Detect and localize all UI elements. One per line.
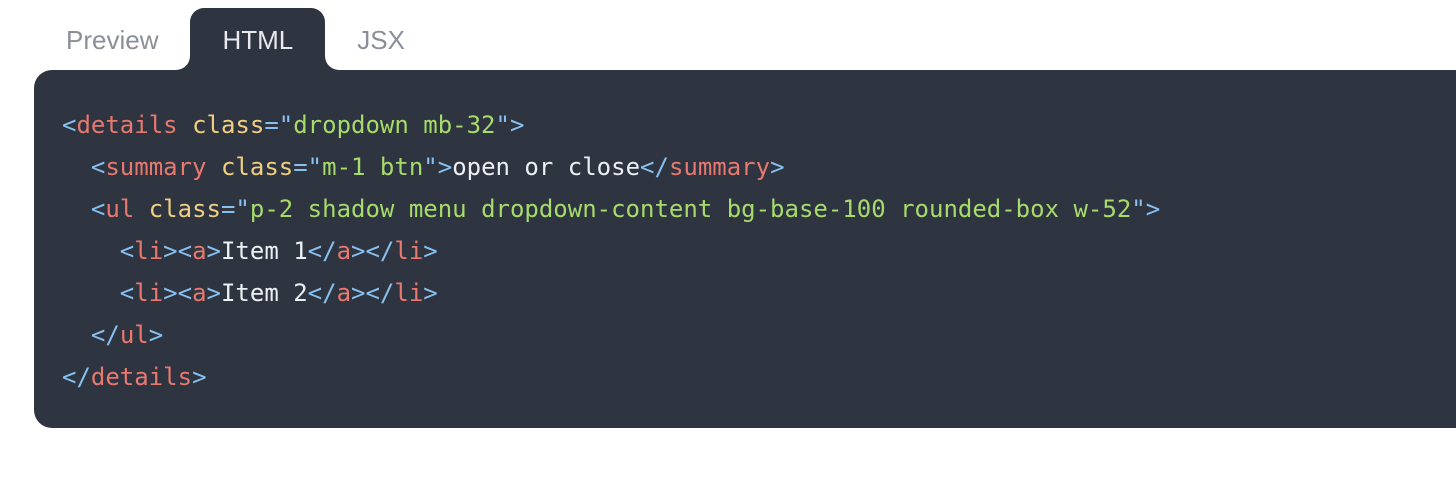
code-attribute: class [148,195,221,223]
code-punctuation: "> [495,111,525,139]
code-punctuation: =" [264,111,294,139]
code-block[interactable]: <details class="dropdown mb-32"> <summar… [62,104,1160,398]
code-punctuation: </ [640,153,669,181]
code-tag-name: a [192,237,207,265]
code-tag-name: li [394,237,424,265]
code-tag-name: summary [105,153,207,181]
code-tag-name: li [394,279,424,307]
code-line: </details> [62,356,1160,398]
code-punctuation: < [119,279,135,307]
code-punctuation: > [770,153,785,181]
code-punctuation: </ [365,237,395,265]
code-attribute: class [220,153,294,181]
code-tag-name: a [336,237,352,265]
code-punctuation: < [119,237,135,265]
code-punctuation: < [177,279,193,307]
code-tag-name: ul [119,321,149,349]
code-punctuation: =" [293,153,323,181]
code-punctuation: > [192,363,207,391]
code-punctuation: < [62,111,77,139]
code-punctuation: =" [220,195,250,223]
code-string: dropdown mb-32 [293,111,496,139]
code-punctuation: </ [365,279,395,307]
code-punctuation: "> [1131,195,1161,223]
code-line: <li><a>Item 1</a></li> [62,230,1160,272]
code-tag-name: li [134,279,164,307]
code-punctuation: < [90,153,106,181]
code-punctuation: </ [62,363,91,391]
code-tag-name: li [134,237,164,265]
code-tag-name: ul [105,195,135,223]
code-punctuation: > [163,279,178,307]
code-line: <summary class="m-1 btn">open or close</… [62,146,1160,188]
code-text: open or close [452,153,641,181]
code-line: <details class="dropdown mb-32"> [62,104,1160,146]
code-punctuation: < [90,195,106,223]
code-punctuation: > [206,279,221,307]
tab-html[interactable]: HTML [190,8,326,70]
code-tag-name: summary [668,153,771,181]
code-punctuation: </ [90,321,120,349]
code-punctuation: > [423,279,438,307]
tab-preview[interactable]: Preview [34,8,190,70]
tab-bar: Preview HTML JSX [34,8,437,70]
code-tag-name: a [192,279,207,307]
code-panel: <details class="dropdown mb-32"> <summar… [34,70,1456,428]
code-attribute: class [192,111,265,139]
code-punctuation: > [206,237,221,265]
code-line: </ul> [62,314,1160,356]
code-punctuation: </ [307,279,337,307]
code-punctuation: "> [423,153,453,181]
code-text: Item 2 [220,279,308,307]
code-punctuation: < [177,237,193,265]
code-example-widget: Preview HTML JSX <details class="dropdow… [0,0,1456,488]
code-punctuation: > [423,237,438,265]
code-punctuation: > [163,237,178,265]
code-tag-name: details [76,111,178,139]
code-string: m-1 btn [322,153,424,181]
code-punctuation: > [351,279,366,307]
code-tag-name: details [90,363,193,391]
tab-jsx[interactable]: JSX [325,8,437,70]
code-line: <li><a>Item 2</a></li> [62,272,1160,314]
code-punctuation: > [148,321,164,349]
code-punctuation: > [351,237,366,265]
code-line: <ul class="p-2 shadow menu dropdown-cont… [62,188,1160,230]
code-string: p-2 shadow menu dropdown-content bg-base… [249,195,1132,223]
code-punctuation: </ [307,237,337,265]
code-tag-name: a [336,279,352,307]
code-text: Item 1 [220,237,308,265]
